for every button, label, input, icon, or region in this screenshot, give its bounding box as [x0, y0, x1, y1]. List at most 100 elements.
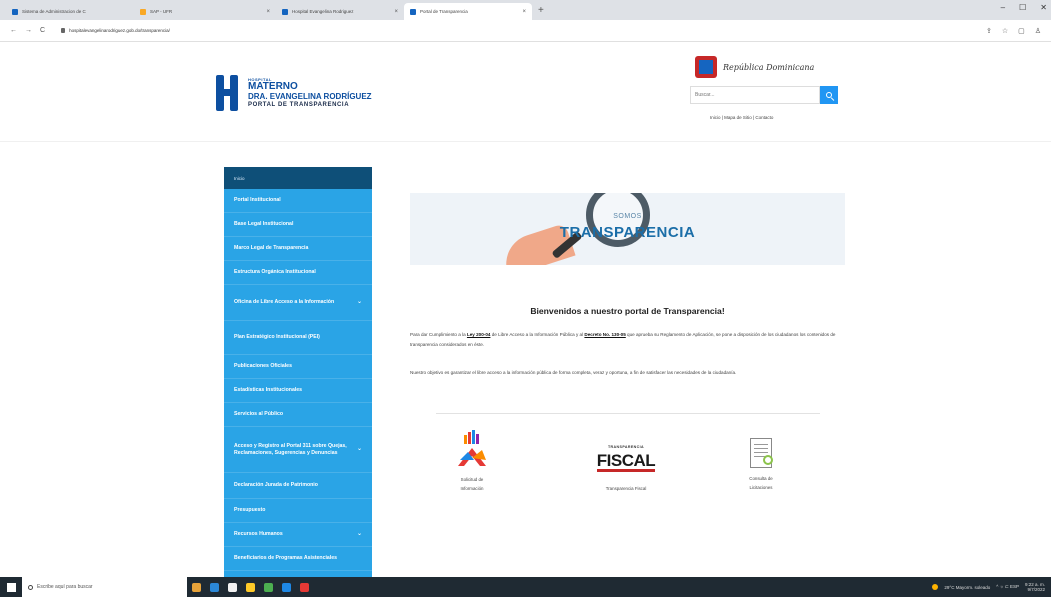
- lock-icon: [61, 28, 66, 33]
- taskbar-app-icon[interactable]: [295, 577, 313, 597]
- document-search-icon: [750, 438, 773, 468]
- weather-icon: [932, 584, 939, 590]
- back-icon[interactable]: ←: [10, 27, 17, 34]
- sidebar-item-label: Acceso y Registro al Portal 311 sobre Qu…: [234, 443, 347, 456]
- tab-label: Sistema de Administracion de C: [22, 9, 86, 14]
- banner-transparencia: TRANSPARENCIA: [559, 224, 696, 241]
- decree-link-130-05[interactable]: Decreto No. 130-05: [584, 332, 625, 337]
- sidebar-item[interactable]: Publicaciones Oficiales: [224, 355, 372, 379]
- tab-close-icon[interactable]: ×: [522, 9, 526, 15]
- logo-line-2: DRA. EVANGELINA RODRÍGUEZ: [248, 92, 372, 101]
- sidebar-item-label: Oficina de Libre Acceso a la Información: [234, 299, 335, 306]
- maximize-button[interactable]: ☐: [1019, 3, 1026, 12]
- tab-close-icon[interactable]: ×: [394, 9, 398, 15]
- url-field[interactable]: hospitalevangelinarodriguez.gob.do/trans…: [53, 23, 978, 38]
- sidebar-item[interactable]: Marco Legal de Transparencia: [224, 237, 372, 261]
- browser-tab-4[interactable]: Portal de Transparencia ×: [404, 3, 532, 20]
- fiscal-logo-big: FISCAL: [596, 450, 656, 472]
- tab-label: SAP - UFR: [150, 9, 173, 14]
- bookmark-star-icon[interactable]: ☆: [1002, 27, 1008, 35]
- sidebar-item-label: Portal Institucional: [234, 197, 281, 204]
- sidebar-item[interactable]: Presupuesto: [224, 499, 372, 523]
- taskbar-app-icon[interactable]: [259, 577, 277, 597]
- sidebar-menu: Inicio Portal Institucional Base Legal In…: [224, 167, 372, 577]
- fiscal-label: Transparencia Fiscal: [605, 486, 647, 491]
- taskbar-app-icon[interactable]: [277, 577, 295, 597]
- taskbar-app-icon[interactable]: [187, 577, 205, 597]
- profile-icon[interactable]: ♙: [1035, 27, 1041, 35]
- sidebar-item-label: Base Legal Institucional: [234, 221, 294, 228]
- sidebar-item[interactable]: Base Legal Institucional: [224, 213, 372, 237]
- minimize-button[interactable]: –: [1001, 3, 1005, 12]
- sidebar-item[interactable]: Estadísticas Institucionales: [224, 379, 372, 403]
- sidebar-item-label: Beneficiarios de Programas Asistenciales: [234, 555, 338, 562]
- site-search: [690, 86, 838, 104]
- new-tab-button[interactable]: +: [532, 5, 550, 16]
- close-window-button[interactable]: ✕: [1040, 3, 1047, 12]
- sidebar-item[interactable]: Declaración Jurada de Patrimonio: [224, 473, 372, 499]
- taskbar-app-icon[interactable]: [241, 577, 259, 597]
- search-input[interactable]: [690, 86, 820, 104]
- header-links[interactable]: Inicio | Mapa de Sitio | Contacto: [710, 115, 773, 120]
- tray-icons[interactable]: ^ ☼ ⊏ ESP: [996, 584, 1019, 590]
- solicitud-informacion-icon: [458, 430, 486, 466]
- sidebar-item[interactable]: Beneficiarios de Programas Asistenciales: [224, 547, 372, 571]
- sidebar-item-inicio[interactable]: Inicio: [224, 167, 372, 189]
- consulta-label: Consulta de Licitaciones: [749, 476, 773, 490]
- tab-label: Hospital Evangelina Rodriguez: [292, 9, 354, 14]
- logo-line-1: MATERNO: [248, 81, 298, 92]
- para1-text-a: Para dar Cumplimiento a la: [410, 332, 467, 337]
- taskbar-search[interactable]: Escribe aquí para buscar: [22, 577, 187, 597]
- weather-text[interactable]: 29°C Mayorm. soleado: [944, 585, 990, 590]
- solicitud-informacion-link[interactable]: Solicitud de Información: [450, 430, 494, 493]
- system-tray: 29°C Mayorm. soleado ^ ☼ ⊏ ESP 9:22 a. m…: [932, 582, 1051, 592]
- browser-tab-2[interactable]: SAP - UFR ×: [134, 3, 276, 20]
- sidebar-item[interactable]: Servicios al Público: [224, 403, 372, 427]
- sidebar-item-label: Plan Estratégico Institucional (PEI): [234, 334, 320, 341]
- search-icon: [826, 92, 832, 98]
- tab-close-icon[interactable]: ×: [266, 9, 270, 15]
- hospital-logo-text[interactable]: HOSPITAL MATERNO DRA. EVANGELINA RODRÍGU…: [248, 77, 372, 109]
- sidebar-item[interactable]: Plan Estratégico Institucional (PEI): [224, 321, 372, 355]
- search-icon: [28, 584, 33, 590]
- transparencia-fiscal-link[interactable]: TRANSPARENCIA FISCAL Transparencia Fisca…: [585, 440, 667, 493]
- sidebar-item[interactable]: Oficina de Libre Acceso a la Información…: [224, 285, 372, 321]
- sidebar-item-label: Presupuesto: [234, 507, 266, 514]
- taskbar-app-icon[interactable]: [223, 577, 241, 597]
- sidebar-item[interactable]: Recursos Humanos ⌄: [224, 523, 372, 547]
- browser-tab-1[interactable]: Sistema de Administracion de C: [6, 3, 134, 20]
- sidebar-item[interactable]: Portal Institucional: [224, 189, 372, 213]
- forward-icon[interactable]: →: [25, 27, 32, 34]
- banner-somos: SOMOS: [613, 213, 642, 220]
- share-icon[interactable]: ⇪: [986, 27, 992, 35]
- sidebar-item-label: Publicaciones Oficiales: [234, 363, 292, 370]
- tab-favicon-icon: [282, 8, 288, 15]
- government-logo: República Dominicana: [695, 56, 814, 78]
- sidebar-item[interactable]: Acceso y Registro al Portal 311 sobre Qu…: [224, 427, 372, 473]
- tab-label: Portal de Transparencia: [420, 9, 468, 14]
- transparencia-fiscal-logo-icon: TRANSPARENCIA FISCAL: [586, 440, 666, 474]
- taskbar-app-icon[interactable]: [205, 577, 223, 597]
- consulta-licitaciones-link[interactable]: Consulta de Licitaciones: [741, 438, 781, 492]
- tab-favicon-icon: [12, 8, 18, 15]
- taskbar-search-placeholder: Escribe aquí para buscar: [37, 584, 93, 590]
- reload-icon[interactable]: C: [40, 27, 45, 34]
- hospital-logo-icon[interactable]: [216, 75, 240, 111]
- extensions-icon[interactable]: ▢: [1018, 27, 1025, 35]
- logo-line-3: PORTAL DE TRANSPARENCIA: [248, 102, 350, 108]
- tab-favicon-icon: [410, 8, 416, 15]
- start-button[interactable]: [0, 577, 22, 597]
- transparency-banner: SOMOS TRANSPARENCIA: [410, 193, 845, 265]
- chevron-down-icon: ⌄: [356, 531, 362, 538]
- search-button[interactable]: [820, 86, 838, 104]
- sidebar-item-label: Estructura Orgánica Institucional: [234, 269, 316, 276]
- clock[interactable]: 9:22 a. m. 9/7/2022: [1025, 582, 1045, 592]
- sidebar-item-label: Marco Legal de Transparencia: [234, 245, 309, 252]
- browser-tab-3[interactable]: Hospital Evangelina Rodriguez ×: [276, 3, 404, 20]
- solicitud-label: Solicitud de Información: [460, 477, 484, 491]
- tab-favicon-icon: [140, 8, 146, 15]
- law-link-200-04[interactable]: Ley 200-04: [467, 332, 491, 337]
- sidebar-item-label: Servicios al Público: [234, 411, 284, 418]
- welcome-heading: Bienvenidos a nuestro portal de Transpar…: [530, 306, 725, 316]
- sidebar-item[interactable]: Estructura Orgánica Institucional: [224, 261, 372, 285]
